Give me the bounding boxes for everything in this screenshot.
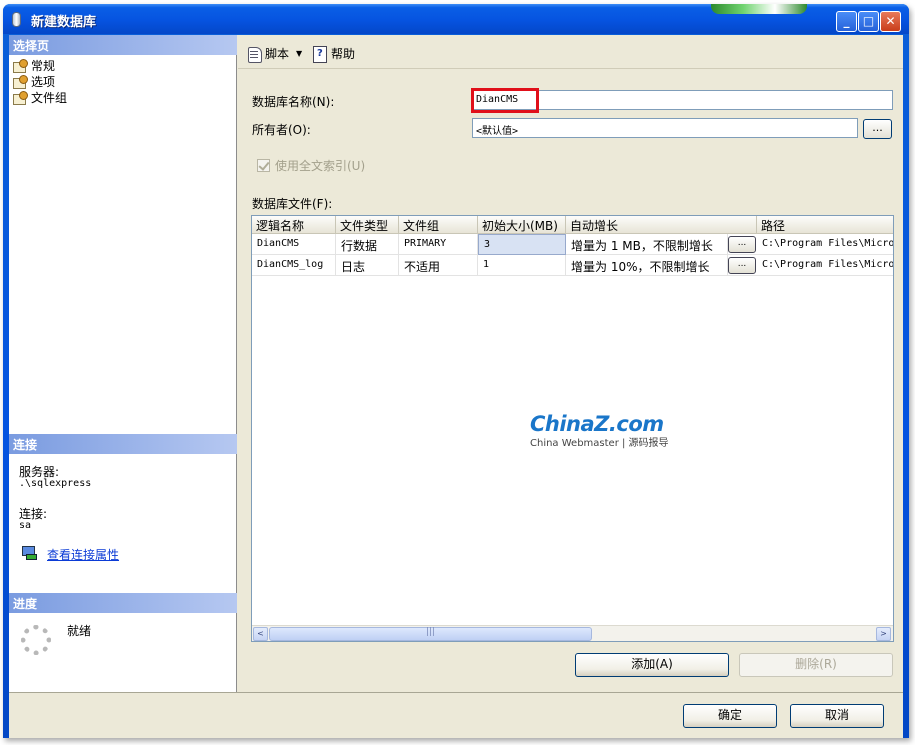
watermark-subtitle: China Webmaster | 源码报导 xyxy=(530,438,669,449)
column-header-file-type[interactable]: 文件类型 xyxy=(336,216,399,234)
page-item-label: 选项 xyxy=(31,74,56,89)
autogrowth-browse-button[interactable]: ... xyxy=(728,257,756,274)
owner-browse-button[interactable]: ... xyxy=(863,119,892,139)
page-item-label: 文件组 xyxy=(31,90,68,105)
cell-file-type[interactable]: 行数据 xyxy=(336,234,399,255)
toolbar: 脚本 ▼ 帮助 xyxy=(238,35,903,69)
column-header-path[interactable]: 路径 xyxy=(757,216,893,234)
cell-filegroup[interactable]: 不适用 xyxy=(399,255,478,276)
database-files-label: 数据库文件(F): xyxy=(252,197,333,211)
column-header-initial-size[interactable]: 初始大小(MB) xyxy=(478,216,566,234)
dialog-client-area: 选择页 常规 选项 文件组 连接 服务器: .\sqlexpress 连接: s… xyxy=(9,35,903,738)
owner-input[interactable]: <默认值> xyxy=(472,118,858,138)
close-button[interactable]: ✕ xyxy=(880,11,901,32)
progress-status: 就绪 xyxy=(67,624,92,638)
cell-initial-size[interactable]: 3 xyxy=(478,234,566,255)
title-decoration xyxy=(711,4,807,14)
minimize-button[interactable]: _ xyxy=(836,11,857,32)
title-bar[interactable]: 新建数据库 _ □ ✕ xyxy=(3,4,909,34)
page-icon xyxy=(13,74,28,89)
new-database-window: 新建数据库 _ □ ✕ 选择页 常规 选项 文件组 连接 服务器: .\sqle… xyxy=(3,4,909,738)
checkbox-check-icon xyxy=(257,159,270,172)
scroll-left-icon[interactable]: < xyxy=(253,627,268,641)
grid-header: 逻辑名称 文件类型 文件组 初始大小(MB) 自动增长 路径 xyxy=(252,216,893,234)
cell-initial-size[interactable]: 1 xyxy=(478,255,566,276)
cell-path[interactable]: C:\Program Files\Micro xyxy=(757,255,893,276)
watermark-logo: ChinaZ.com xyxy=(530,412,664,436)
progress-spinner-icon xyxy=(21,625,51,655)
cancel-button[interactable]: 取消 xyxy=(790,704,884,728)
select-page-header: 选择页 xyxy=(9,35,237,55)
column-header-autogrowth[interactable]: 自动增长 xyxy=(566,216,757,234)
cell-path[interactable]: C:\Program Files\Micro xyxy=(757,234,893,255)
connection-header: 连接 xyxy=(9,434,237,454)
connection-properties-icon xyxy=(21,545,37,560)
progress-header: 进度 xyxy=(9,593,237,613)
view-connection-properties-link[interactable]: 查看连接属性 xyxy=(47,546,119,563)
server-value: .\sqlexpress xyxy=(19,478,92,489)
chevron-down-icon[interactable]: ▼ xyxy=(296,49,302,58)
script-label: 脚本 xyxy=(265,47,290,61)
autogrowth-browse-button[interactable]: ... xyxy=(728,236,756,253)
dialog-button-bar: 确定 取消 xyxy=(9,692,903,738)
help-label: 帮助 xyxy=(331,47,356,61)
maximize-button[interactable]: □ xyxy=(858,11,879,32)
script-icon xyxy=(246,46,262,63)
table-row[interactable]: DianCMS_log 日志 不适用 1 增量为 10%，不限制增长 ... C… xyxy=(252,255,893,276)
column-header-filegroup[interactable]: 文件组 xyxy=(399,216,478,234)
owner-label: 所有者(O): xyxy=(252,123,311,137)
cell-autogrowth[interactable]: 增量为 10%，不限制增长 xyxy=(566,255,728,276)
chinaz-watermark: ChinaZ.com China Webmaster | 源码报导 xyxy=(530,412,669,449)
annotation-highlight-box xyxy=(471,88,539,113)
page-icon xyxy=(13,90,28,105)
scroll-thumb[interactable] xyxy=(269,627,592,641)
fulltext-checkbox[interactable]: 使用全文索引(U) xyxy=(257,157,365,174)
cell-file-type[interactable]: 日志 xyxy=(336,255,399,276)
right-pane: 脚本 ▼ 帮助 数据库名称(N): DianCMS 所有者(O): <默认值> … xyxy=(238,35,903,692)
cell-autogrowth[interactable]: 增量为 1 MB，不限制增长 xyxy=(566,234,728,255)
script-button[interactable]: 脚本 ▼ xyxy=(246,45,302,63)
cell-logical-name[interactable]: DianCMS_log xyxy=(252,255,336,276)
database-name-label: 数据库名称(N): xyxy=(252,95,335,109)
page-item-filegroups[interactable]: 文件组 xyxy=(13,89,67,105)
scroll-right-icon[interactable]: > xyxy=(876,627,891,641)
column-header-logical-name[interactable]: 逻辑名称 xyxy=(252,216,336,234)
fulltext-label: 使用全文索引(U) xyxy=(275,159,366,173)
page-item-general[interactable]: 常规 xyxy=(13,57,55,73)
database-files-grid[interactable]: 逻辑名称 文件类型 文件组 初始大小(MB) 自动增长 路径 DianCMS 行… xyxy=(251,215,894,642)
cell-filegroup[interactable]: PRIMARY xyxy=(399,234,478,255)
help-button[interactable]: 帮助 xyxy=(312,45,356,63)
left-pane: 选择页 常规 选项 文件组 连接 服务器: .\sqlexpress 连接: s… xyxy=(9,35,237,692)
connection-value: sa xyxy=(19,520,32,531)
app-icon xyxy=(12,12,21,27)
remove-button[interactable]: 删除(R) xyxy=(739,653,893,677)
table-row[interactable]: DianCMS 行数据 PRIMARY 3 增量为 1 MB，不限制增长 ...… xyxy=(252,234,893,255)
help-icon xyxy=(312,45,328,63)
page-icon xyxy=(13,58,28,73)
cell-logical-name[interactable]: DianCMS xyxy=(252,234,336,255)
page-item-options[interactable]: 选项 xyxy=(13,73,55,89)
ok-button[interactable]: 确定 xyxy=(683,704,777,728)
horizontal-scrollbar[interactable]: < > xyxy=(252,625,893,641)
add-button[interactable]: 添加(A) xyxy=(575,653,729,677)
page-item-label: 常规 xyxy=(31,58,56,73)
window-title: 新建数据库 xyxy=(31,15,97,30)
